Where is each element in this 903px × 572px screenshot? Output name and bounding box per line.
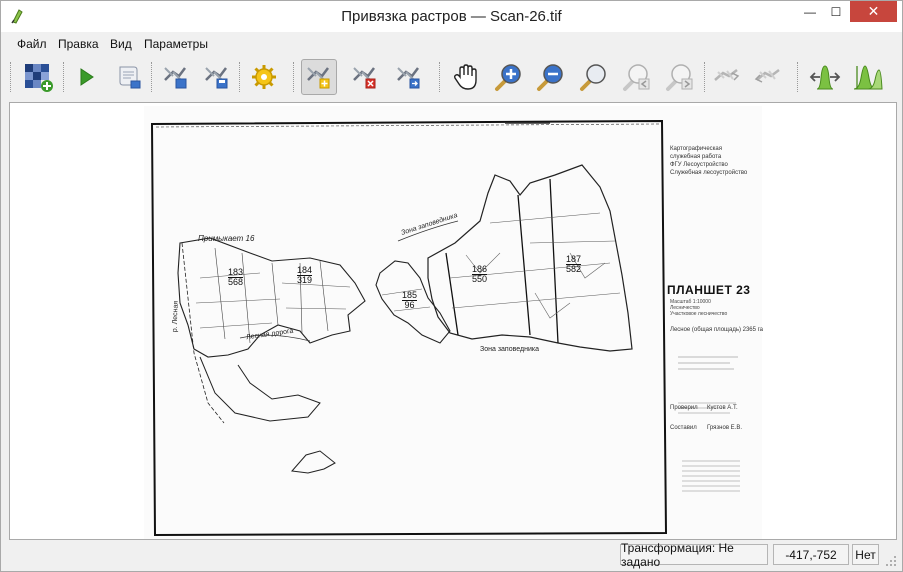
zoom-in-icon [495, 64, 521, 91]
header-note-line: служебная работа [670, 154, 722, 160]
zoom-last-icon [623, 64, 650, 91]
move-gcp-point-button[interactable] [391, 59, 427, 95]
compartment-185: 185 96 [402, 291, 418, 310]
menu-bar: Файл Правка Вид Параметры [1, 33, 902, 55]
toolbar-grip[interactable] [10, 62, 12, 92]
link-georeferencer-icon [714, 69, 740, 81]
menu-file[interactable]: Файл [17, 37, 47, 51]
save-gcp-points-icon [205, 67, 228, 89]
open-raster-button[interactable] [20, 59, 56, 95]
menu-view[interactable]: Вид [110, 37, 132, 51]
window-title: Привязка растров — Scan-26.tif [341, 8, 562, 25]
toolbar-separator [797, 62, 799, 92]
link-qgis-icon [754, 69, 780, 83]
toolbar-separator [704, 62, 706, 92]
toolbar-separator [63, 62, 65, 92]
raster-scan-map [144, 106, 762, 539]
toolbar [1, 56, 902, 100]
map-label-river: р. Лесная [171, 300, 180, 333]
compartment-184: 184 319 [297, 266, 313, 285]
transform-status: Трансформация: Не задано [620, 541, 768, 569]
zoom-to-layer-button[interactable] [576, 59, 612, 95]
right-note-3: Составил [670, 425, 697, 431]
add-point-icon [307, 67, 330, 89]
zoom-next-icon [666, 64, 693, 91]
transformation-settings-icon [252, 65, 276, 89]
plan-scale-note: Лесное (общая площадь) 2365 га [670, 327, 764, 333]
open-raster-icon [25, 64, 53, 92]
georeferencer-window: Привязка растров — Scan-26.tif — ☐ ✕ Фай… [0, 0, 903, 572]
header-note-block: Картографическая служебная работа ФГУ Ле… [670, 145, 747, 177]
right-note-4: Грязнов Е.В. [707, 425, 743, 431]
compartment-186: 186 550 [472, 265, 488, 284]
local-histogram-stretch-button[interactable] [850, 59, 886, 95]
toolbar-separator [439, 62, 441, 92]
load-gcp-points-button[interactable] [158, 59, 194, 95]
plan-title: ПЛАНШЕТ 23 [667, 283, 751, 297]
compartment-area: 568 [228, 277, 244, 287]
menu-settings[interactable]: Параметры [144, 37, 208, 51]
coordinates-display: -417,-752 [773, 544, 849, 565]
header-note-line: Картографическая [670, 146, 723, 152]
start-georeferencing-button[interactable] [68, 59, 104, 95]
close-button[interactable]: ✕ [850, 1, 897, 22]
zoom-out-button[interactable] [533, 59, 569, 95]
zoom-next-button[interactable] [662, 59, 698, 95]
toolbar-separator [239, 62, 241, 92]
maximize-button[interactable]: ☐ [823, 1, 849, 22]
compartment-area: 319 [297, 275, 313, 285]
full-histogram-stretch-icon [809, 65, 841, 90]
plan-sub-line: Участковое лесничество [670, 311, 728, 317]
save-gcp-points-button[interactable] [199, 59, 235, 95]
toolbar-separator [151, 62, 153, 92]
compartment-187: 187 582 [566, 255, 582, 274]
compartment-area: 96 [404, 300, 415, 310]
transformation-settings-button[interactable] [246, 59, 282, 95]
pan-icon [453, 64, 477, 90]
compartment-area: 550 [472, 274, 488, 284]
full-histogram-stretch-button[interactable] [807, 59, 843, 95]
zoom-last-button[interactable] [619, 59, 655, 95]
right-note-1: Проверил [670, 405, 698, 411]
header-note-line: Служебная лесоустройство [670, 170, 748, 176]
pan-button[interactable] [448, 59, 484, 95]
generate-gdal-script-icon [119, 66, 141, 89]
delete-point-icon [353, 67, 376, 89]
start-georeferencing-icon [80, 68, 94, 86]
title-bar: Привязка растров — Scan-26.tif — ☐ ✕ [1, 1, 902, 32]
zoom-to-layer-icon [580, 64, 606, 91]
zoom-in-button[interactable] [491, 59, 527, 95]
map-canvas[interactable]: Картографическая служебная работа ФГУ Ле… [9, 102, 897, 540]
right-note-2: Кустов А.Т. [707, 405, 738, 411]
add-point-button[interactable] [301, 59, 337, 95]
compartment-183: 183 568 [228, 268, 244, 287]
link-qgis-button[interactable] [751, 59, 787, 95]
map-label-zone-bottom: Зона заповедника [480, 346, 539, 353]
projection-status[interactable]: Нет [852, 544, 879, 565]
plan-sub-block: Масштаб 1:10000 Лесничество Участковое л… [670, 299, 727, 317]
minimize-button[interactable]: — [797, 1, 823, 22]
zoom-out-icon [537, 64, 563, 91]
status-bar: Трансформация: Не задано -417,-752 Нет [1, 541, 902, 571]
generate-gdal-script-button[interactable] [111, 59, 147, 95]
map-label-kvartal-left: Примыкает 16 [198, 234, 255, 243]
compartment-area: 582 [566, 264, 582, 274]
resize-grip-icon[interactable] [885, 555, 897, 567]
local-histogram-stretch-icon [853, 65, 883, 90]
header-note-line: ФГУ Лесоустройство [670, 162, 728, 168]
menu-edit[interactable]: Правка [58, 37, 99, 51]
delete-point-button[interactable] [347, 59, 383, 95]
toolbar-separator [293, 62, 295, 92]
link-georeferencer-button[interactable] [709, 59, 745, 95]
load-gcp-points-icon [164, 67, 187, 89]
move-gcp-point-icon [397, 67, 420, 89]
